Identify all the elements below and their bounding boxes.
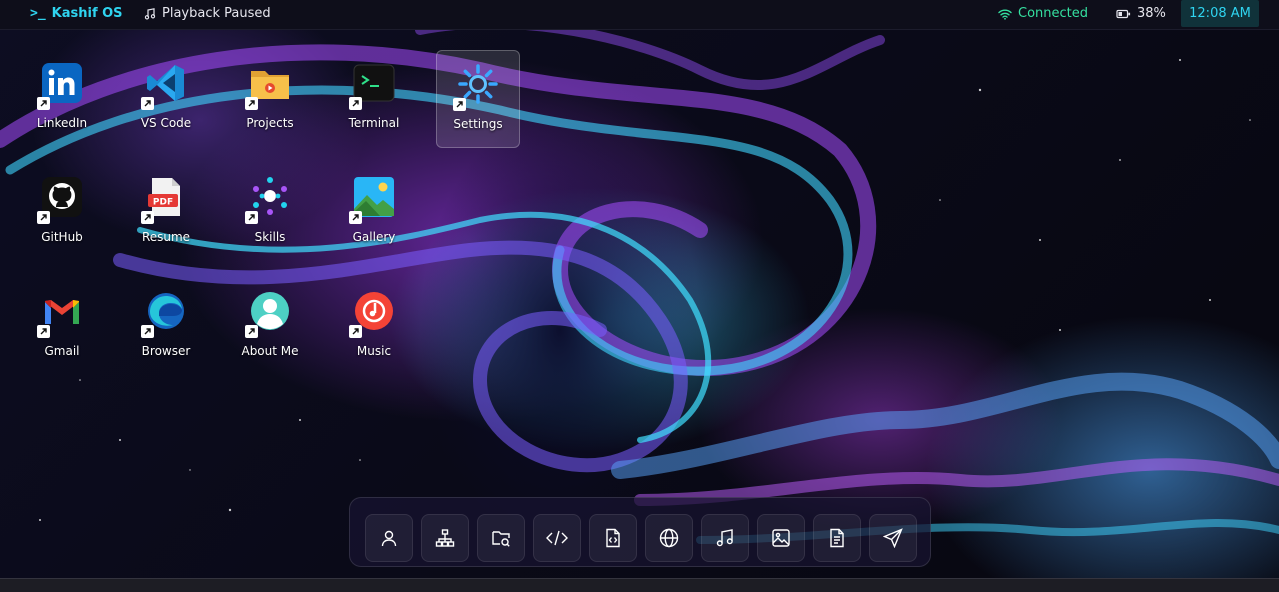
dock-projects-button[interactable] [477, 514, 525, 562]
shortcut-arrow-icon [37, 325, 50, 338]
playback-label: Playback Paused [162, 6, 271, 21]
music-icon [716, 529, 733, 547]
brand[interactable]: >_ Kashif OS [30, 6, 123, 21]
desktop-icon-settings[interactable]: Settings [436, 50, 520, 148]
terminal-prompt-icon: >_ [30, 6, 46, 21]
shortcut-arrow-icon [245, 97, 258, 110]
desktop-icon-github[interactable]: GitHub [20, 164, 104, 262]
dock-browser-button[interactable] [645, 514, 693, 562]
dock-contact-button[interactable] [869, 514, 917, 562]
shortcut-arrow-icon [245, 211, 258, 224]
host-taskbar [0, 578, 1279, 592]
shortcut-arrow-icon [141, 211, 154, 224]
shortcut-arrow-icon [141, 325, 154, 338]
desktop-icon-vscode[interactable]: VS Code [124, 50, 208, 148]
shortcut-arrow-icon [349, 97, 362, 110]
desktop-icon-music[interactable]: Music [332, 278, 416, 376]
connection-label: Connected [1018, 6, 1089, 21]
svg-text:PDF: PDF [153, 198, 173, 208]
desktop-icon-gallery[interactable]: Gallery [332, 164, 416, 262]
desktop-icon-label: GitHub [41, 230, 83, 244]
linkedin-icon [37, 62, 83, 110]
shortcut-arrow-icon [37, 97, 50, 110]
desktop-icon-label: Projects [246, 116, 294, 130]
user-icon [381, 530, 397, 547]
shortcut-arrow-icon [245, 325, 258, 338]
desktop-icon-skills[interactable]: Skills [228, 164, 312, 262]
desktop-icon-resume[interactable]: PDF Resume [124, 164, 208, 262]
desktop-icon-label: LinkedIn [36, 116, 88, 130]
shortcut-arrow-icon [37, 211, 50, 224]
document-icon [830, 528, 844, 548]
desktop-icon-gmail[interactable]: Gmail [20, 278, 104, 376]
desktop-icon-label: Terminal [348, 116, 400, 130]
desktop-icon-label: Gmail [44, 344, 80, 358]
shortcut-arrow-icon [453, 98, 466, 111]
globe-icon [659, 528, 679, 548]
battery-icon [1116, 9, 1131, 18]
dock-gallery-button[interactable] [757, 514, 805, 562]
desktop-icon-label: Gallery [352, 230, 396, 244]
dock-skills-button[interactable] [421, 514, 469, 562]
brand-label: Kashif OS [51, 6, 123, 21]
music-note-icon [144, 7, 156, 19]
clock[interactable]: 12:08 AM [1181, 0, 1259, 27]
vscode-icon [141, 62, 187, 110]
shortcut-arrow-icon [349, 325, 362, 338]
desktop-icon-label: Settings [453, 117, 503, 131]
battery-label: 38% [1137, 6, 1166, 21]
clock-label: 12:08 AM [1189, 6, 1251, 21]
dock-resume-button[interactable] [813, 514, 861, 562]
gallery-icon [349, 176, 395, 224]
github-icon [37, 176, 83, 224]
desktop-icon-projects[interactable]: Projects [228, 50, 312, 148]
user-avatar-icon [245, 290, 291, 338]
send-icon [883, 528, 903, 548]
wifi-icon [998, 9, 1012, 20]
image-icon [772, 529, 790, 547]
dock-music-button[interactable] [701, 514, 749, 562]
dock-code-file-button[interactable] [589, 514, 637, 562]
dock-about-button[interactable] [365, 514, 413, 562]
playback-status[interactable]: Playback Paused [144, 6, 271, 21]
dock-code-button[interactable] [533, 514, 581, 562]
desktop-icon-label: Music [356, 344, 392, 358]
desktop-icon-label: About Me [241, 344, 299, 358]
desktop-icon-linkedin[interactable]: LinkedIn [20, 50, 104, 148]
code-file-icon [606, 528, 620, 548]
shortcut-arrow-icon [349, 211, 362, 224]
battery-status: 38% [1116, 6, 1166, 21]
folder-search-icon [492, 531, 510, 547]
desktop-icon-label: VS Code [140, 116, 192, 130]
sitemap-icon [435, 529, 455, 547]
shortcut-arrow-icon [141, 97, 154, 110]
edge-browser-icon [141, 290, 187, 338]
desktop-icon-label: Resume [141, 230, 191, 244]
gmail-icon [37, 290, 83, 338]
desktop-icon-terminal[interactable]: Terminal [332, 50, 416, 148]
terminal-icon [349, 62, 395, 110]
dock [349, 497, 931, 567]
skills-network-icon [245, 176, 291, 224]
folder-icon [245, 62, 291, 110]
code-icon [546, 530, 568, 546]
connection-status[interactable]: Connected [998, 6, 1088, 21]
top-bar: >_ Kashif OS Playback Paused Connected 3… [0, 0, 1279, 30]
music-player-icon [349, 290, 395, 338]
desktop-icon-browser[interactable]: Browser [124, 278, 208, 376]
desktop-icon-label: Skills [254, 230, 286, 244]
pdf-icon: PDF [141, 176, 187, 224]
gear-icon [453, 63, 499, 111]
desktop-icon-about[interactable]: About Me [228, 278, 312, 376]
desktop-icon-label: Browser [141, 344, 191, 358]
